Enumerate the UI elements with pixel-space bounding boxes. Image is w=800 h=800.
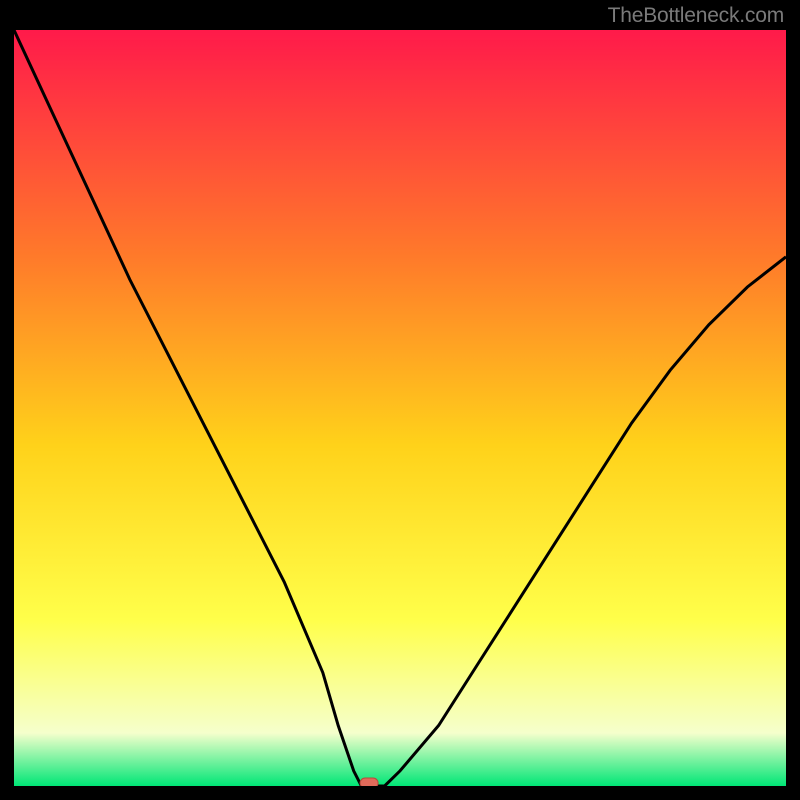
bottleneck-plot <box>14 30 786 786</box>
optimum-marker <box>360 778 378 786</box>
plot-svg <box>14 30 786 786</box>
attribution-label: TheBottleneck.com <box>608 4 784 28</box>
plot-background <box>14 30 786 786</box>
chart-frame: TheBottleneck.com <box>0 0 800 800</box>
